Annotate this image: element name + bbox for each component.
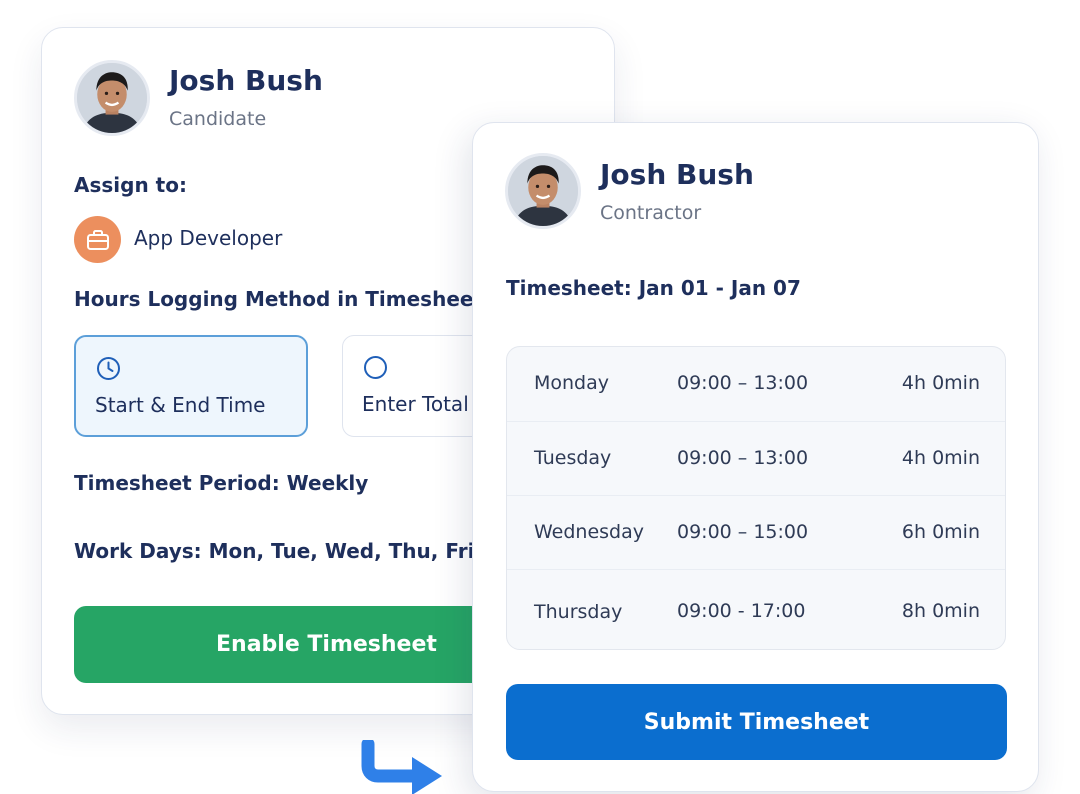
row-day: Monday	[534, 372, 610, 394]
user-name: Josh Bush	[169, 64, 323, 97]
arrow-icon	[361, 740, 442, 794]
user-role: Candidate	[169, 108, 267, 130]
avatar-photo-icon	[77, 63, 147, 133]
row-total: 6h 0min	[901, 521, 980, 543]
row-day: Wednesday	[534, 521, 645, 543]
user-role: Contractor	[600, 202, 702, 224]
table-row: Wednesday 09:00 – 15:00 6h 0min	[507, 495, 1005, 569]
assign-label: Assign to:	[74, 173, 187, 197]
row-time: 09:00 – 13:00	[677, 372, 809, 394]
avatar	[505, 153, 581, 229]
work-days: Work Days: Mon, Tue, Wed, Thu, Fri, S	[74, 539, 504, 563]
submit-timesheet-button[interactable]: Submit Timesheet	[506, 684, 1007, 760]
user-name: Josh Bush	[600, 158, 754, 191]
row-day: Tuesday	[534, 447, 612, 469]
row-total: 4h 0min	[901, 372, 980, 394]
table-row: Thursday 09:00 - 17:00 8h 0min	[507, 569, 1005, 649]
row-total: 4h 0min	[901, 447, 980, 469]
table-row: Monday 09:00 – 13:00 4h 0min	[507, 347, 1005, 421]
table-row: Tuesday 09:00 – 13:00 4h 0min	[507, 421, 1005, 495]
option-start-end-time[interactable]: Start & End Time	[74, 335, 308, 437]
avatar-photo-icon	[508, 156, 578, 226]
briefcase-icon	[74, 216, 121, 263]
timesheet-range: Timesheet: Jan 01 - Jan 07	[506, 276, 801, 300]
row-time: 09:00 – 15:00	[677, 521, 809, 543]
contractor-card: Josh Bush Contractor Timesheet: Jan 01 -…	[472, 122, 1039, 792]
option-label: Start & End Time	[95, 393, 266, 417]
row-time: 09:00 - 17:00	[677, 600, 806, 622]
hours-method-label: Hours Logging Method in Timeshee	[74, 287, 474, 311]
stage: Josh Bush Candidate Assign to: App Devel…	[0, 0, 1080, 794]
job-title: App Developer	[134, 226, 283, 250]
timesheet-table: Monday 09:00 – 13:00 4h 0min Tuesday 09:…	[506, 346, 1006, 650]
row-time: 09:00 – 13:00	[677, 447, 809, 469]
option-label: Enter Total	[362, 392, 469, 416]
avatar	[74, 60, 150, 136]
radio-icon	[364, 356, 387, 379]
row-day: Thursday	[534, 601, 623, 623]
timesheet-period: Timesheet Period: Weekly	[74, 471, 369, 495]
row-total: 8h 0min	[901, 600, 980, 622]
clock-icon	[97, 357, 120, 380]
